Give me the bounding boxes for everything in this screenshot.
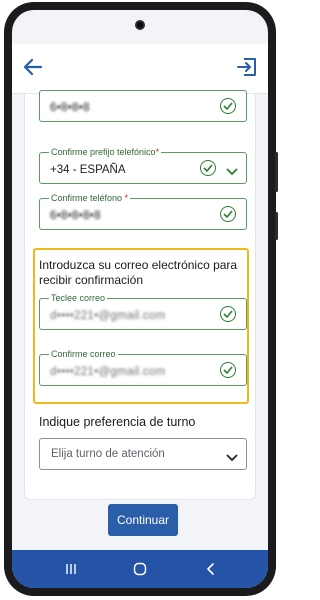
exit-icon[interactable]: [236, 56, 258, 78]
turn-select-placeholder: Elija turno de atención: [51, 448, 165, 460]
turn-select[interactable]: Elija turno de atención: [39, 438, 247, 470]
confirm-email-value: d••••221•@gmail.com: [50, 366, 166, 378]
phone-confirm-field[interactable]: Confirme teléfono * 6•8•8•8•8: [39, 192, 247, 230]
prefix-select[interactable]: Confirme prefijo telefónico* +34 - ESPAÑ…: [39, 146, 247, 184]
form-card: 6•8•8•8 Confirme prefijo telefónico* +34…: [24, 90, 256, 500]
email-field[interactable]: Teclee correo d••••221•@gmail.com: [39, 292, 247, 330]
app-header: [12, 44, 268, 94]
prefix-value: +34 - ESPAÑA: [50, 164, 126, 176]
phone-confirm-value: 6•8•8•8•8: [50, 210, 101, 222]
turn-section-title: Indique preferencia de turno: [39, 415, 196, 429]
recents-icon[interactable]: [64, 562, 78, 581]
previous-field[interactable]: 6•8•8•8: [39, 90, 247, 122]
screen: 6•8•8•8 Confirme prefijo telefónico* +34…: [12, 10, 268, 588]
front-camera: [135, 20, 145, 30]
system-nav-bar: [12, 550, 268, 588]
prefix-label: Confirme prefijo telefónico*: [49, 146, 162, 158]
power-button: [275, 212, 278, 240]
volume-button: [275, 152, 278, 192]
email-section-title: Introduzca su correo electrónico para re…: [39, 258, 238, 287]
check-circle-icon: [200, 160, 216, 176]
arrow-left-icon[interactable]: [22, 56, 44, 78]
check-circle-icon: [220, 362, 236, 378]
chevron-down-icon: [226, 449, 238, 467]
continue-button[interactable]: Continuar: [108, 504, 178, 536]
chevron-down-icon: [226, 163, 238, 181]
previous-field-value: 6•8•8•8: [50, 102, 90, 114]
back-nav-icon[interactable]: [204, 562, 218, 581]
check-circle-icon: [220, 206, 236, 222]
confirm-email-label: Confirme correo: [49, 348, 118, 360]
confirm-email-field[interactable]: Confirme correo d••••221•@gmail.com: [39, 348, 247, 386]
email-label: Teclee correo: [49, 292, 108, 304]
phone-confirm-label: Confirme teléfono *: [49, 192, 131, 204]
check-circle-icon: [220, 306, 236, 322]
phone-device: 6•8•8•8 Confirme prefijo telefónico* +34…: [4, 2, 278, 596]
home-icon[interactable]: [133, 562, 147, 581]
email-value: d••••221•@gmail.com: [50, 310, 166, 322]
check-circle-icon: [220, 98, 236, 114]
